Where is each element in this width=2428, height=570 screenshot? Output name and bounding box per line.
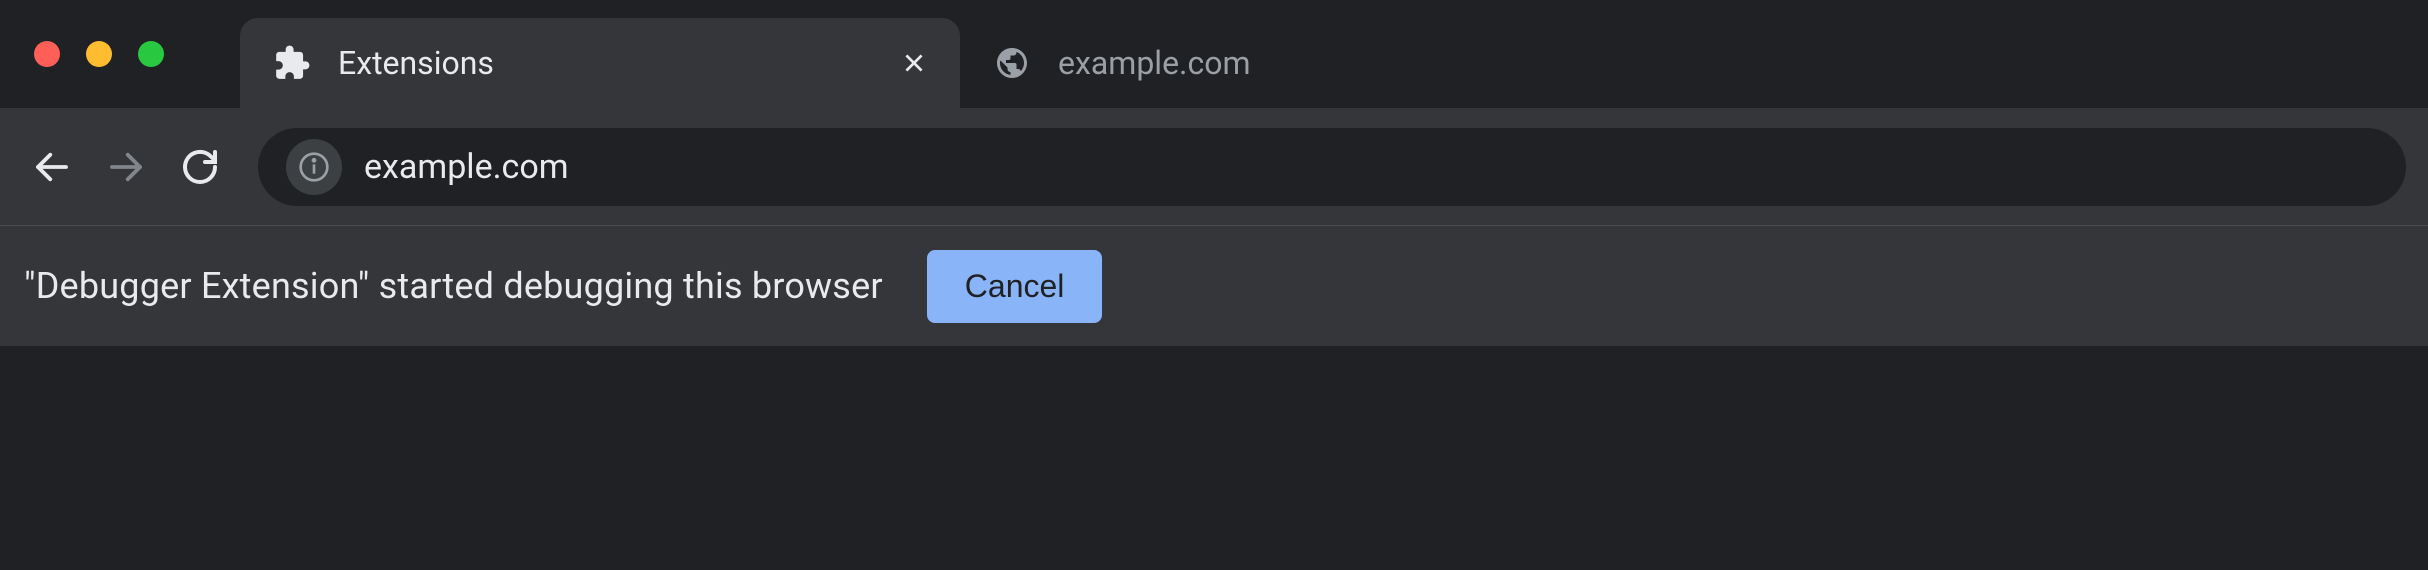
debugger-infobar: "Debugger Extension" started debugging t… — [0, 226, 2428, 346]
back-button[interactable] — [22, 137, 82, 197]
close-window-button[interactable] — [34, 41, 60, 67]
minimize-window-button[interactable] — [86, 41, 112, 67]
address-bar[interactable]: example.com — [258, 128, 2406, 206]
close-tab-button[interactable] — [898, 47, 930, 79]
toolbar: example.com — [0, 108, 2428, 226]
tab-title: Extensions — [338, 44, 898, 82]
reload-button[interactable] — [170, 137, 230, 197]
cancel-button[interactable]: Cancel — [927, 250, 1103, 323]
tab-extensions[interactable]: Extensions — [240, 18, 960, 108]
tab-title: example.com — [1058, 44, 1410, 82]
forward-button[interactable] — [96, 137, 156, 197]
globe-icon — [992, 43, 1032, 83]
tab-strip: Extensions example.com — [0, 0, 2428, 108]
site-info-button[interactable] — [286, 139, 342, 195]
tab-example-com[interactable]: example.com — [960, 18, 1440, 108]
infobar-message: "Debugger Extension" started debugging t… — [24, 265, 883, 307]
url-text: example.com — [364, 147, 569, 187]
window-controls — [34, 41, 164, 67]
maximize-window-button[interactable] — [138, 41, 164, 67]
extension-icon — [272, 43, 312, 83]
